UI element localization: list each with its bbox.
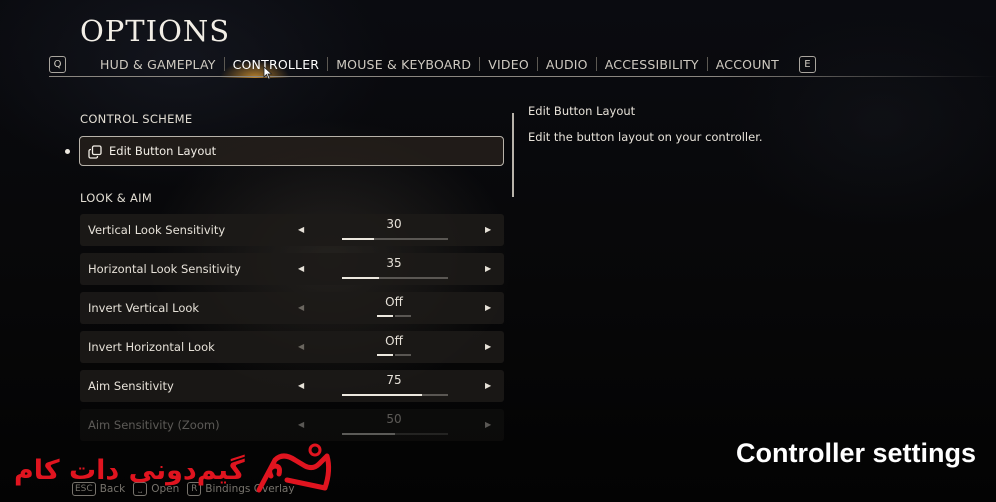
slider-fill <box>342 394 422 396</box>
setting-value: Off <box>385 295 403 309</box>
option-segment-active <box>377 315 393 317</box>
increase-arrow-icon[interactable]: ▶ <box>485 420 491 429</box>
setting-row-vertical-look-sensitivity[interactable]: Vertical Look Sensitivity ◀ 30 ▶ <box>80 214 504 246</box>
tab-video[interactable]: VIDEO <box>480 57 537 72</box>
increase-arrow-icon[interactable]: ▶ <box>485 342 491 351</box>
option-segment-active <box>377 354 393 356</box>
setting-value: Off <box>385 334 403 348</box>
sensitivity-slider[interactable] <box>342 433 448 435</box>
watermark-text: گیم‌دونی دات کام <box>14 454 245 486</box>
setting-label: Vertical Look Sensitivity <box>88 223 226 237</box>
edit-button-layout-button[interactable]: Edit Button Layout <box>79 136 504 166</box>
tab-mouse-keyboard[interactable]: MOUSE & KEYBOARD <box>328 57 479 72</box>
decrease-arrow-icon[interactable]: ◀ <box>298 225 304 234</box>
sensitivity-slider[interactable] <box>342 277 448 279</box>
setting-label: Invert Horizontal Look <box>88 340 215 354</box>
increase-arrow-icon[interactable]: ▶ <box>485 303 491 312</box>
setting-label: Invert Vertical Look <box>88 301 200 315</box>
setting-row-invert-horizontal-look[interactable]: Invert Horizontal Look ◀ Off ▶ <box>80 331 504 363</box>
tab-underline-divider <box>49 76 996 77</box>
sensitivity-slider[interactable] <box>342 238 448 240</box>
selection-bullet <box>65 149 70 154</box>
prev-tab-key-hint[interactable]: Q <box>49 55 66 73</box>
setting-label: Horizontal Look Sensitivity <box>88 262 241 276</box>
decrease-arrow-icon[interactable]: ◀ <box>298 342 304 351</box>
options-tab-bar: Q HUD & GAMEPLAY CONTROLLER MOUSE & KEYB… <box>49 54 816 74</box>
increase-arrow-icon[interactable]: ▶ <box>485 381 491 390</box>
copy-layout-icon <box>88 144 102 159</box>
tab-accessibility[interactable]: ACCESSIBILITY <box>597 57 707 72</box>
caption-title: Controller settings <box>735 438 976 468</box>
setting-row-horizontal-look-sensitivity[interactable]: Horizontal Look Sensitivity ◀ 35 ▶ <box>80 253 504 285</box>
setting-value: 50 <box>386 412 402 426</box>
increase-arrow-icon[interactable]: ▶ <box>485 264 491 273</box>
option-indicator <box>377 315 411 317</box>
setting-row-invert-vertical-look[interactable]: Invert Vertical Look ◀ Off ▶ <box>80 292 504 324</box>
tab-hud-gameplay[interactable]: HUD & GAMEPLAY <box>92 57 224 72</box>
setting-row-aim-sensitivity-zoom[interactable]: Aim Sensitivity (Zoom) ◀ 50 ▶ <box>80 409 504 441</box>
tab-audio[interactable]: AUDIO <box>538 57 596 72</box>
decrease-arrow-icon[interactable]: ◀ <box>298 264 304 273</box>
slider-fill <box>342 433 395 435</box>
setting-label: Aim Sensitivity (Zoom) <box>88 418 220 432</box>
description-title: Edit Button Layout <box>528 104 636 118</box>
setting-value: 35 <box>386 256 402 270</box>
decrease-arrow-icon[interactable]: ◀ <box>298 303 304 312</box>
slider-fill <box>342 277 380 279</box>
section-header-control-scheme: CONTROL SCHEME <box>80 112 193 126</box>
site-watermark: گیم‌دونی دات کام <box>14 440 335 500</box>
setting-label: Aim Sensitivity <box>88 379 174 393</box>
section-header-look-aim: LOOK & AIM <box>80 191 153 205</box>
description-text: Edit the button layout on your controlle… <box>528 130 763 144</box>
increase-arrow-icon[interactable]: ▶ <box>485 225 491 234</box>
option-indicator <box>377 354 411 356</box>
page-title: OPTIONS <box>80 14 231 48</box>
tab-controller[interactable]: CONTROLLER <box>225 57 328 72</box>
setting-value: 75 <box>386 373 402 387</box>
mouse-cursor-icon <box>263 66 273 83</box>
decrease-arrow-icon[interactable]: ◀ <box>298 420 304 429</box>
setting-value: 30 <box>386 217 402 231</box>
tab-account[interactable]: ACCOUNT <box>708 57 787 72</box>
edit-button-layout-label: Edit Button Layout <box>109 144 217 158</box>
slider-fill <box>342 238 374 240</box>
setting-row-aim-sensitivity[interactable]: Aim Sensitivity ◀ 75 ▶ <box>80 370 504 402</box>
option-segment <box>395 315 411 317</box>
decrease-arrow-icon[interactable]: ◀ <box>298 381 304 390</box>
settings-scrollbar[interactable] <box>512 113 514 197</box>
next-tab-key-hint[interactable]: E <box>798 55 816 73</box>
sensitivity-slider[interactable] <box>342 394 448 396</box>
option-segment <box>395 354 411 356</box>
gamepad-logo-icon <box>253 440 335 500</box>
